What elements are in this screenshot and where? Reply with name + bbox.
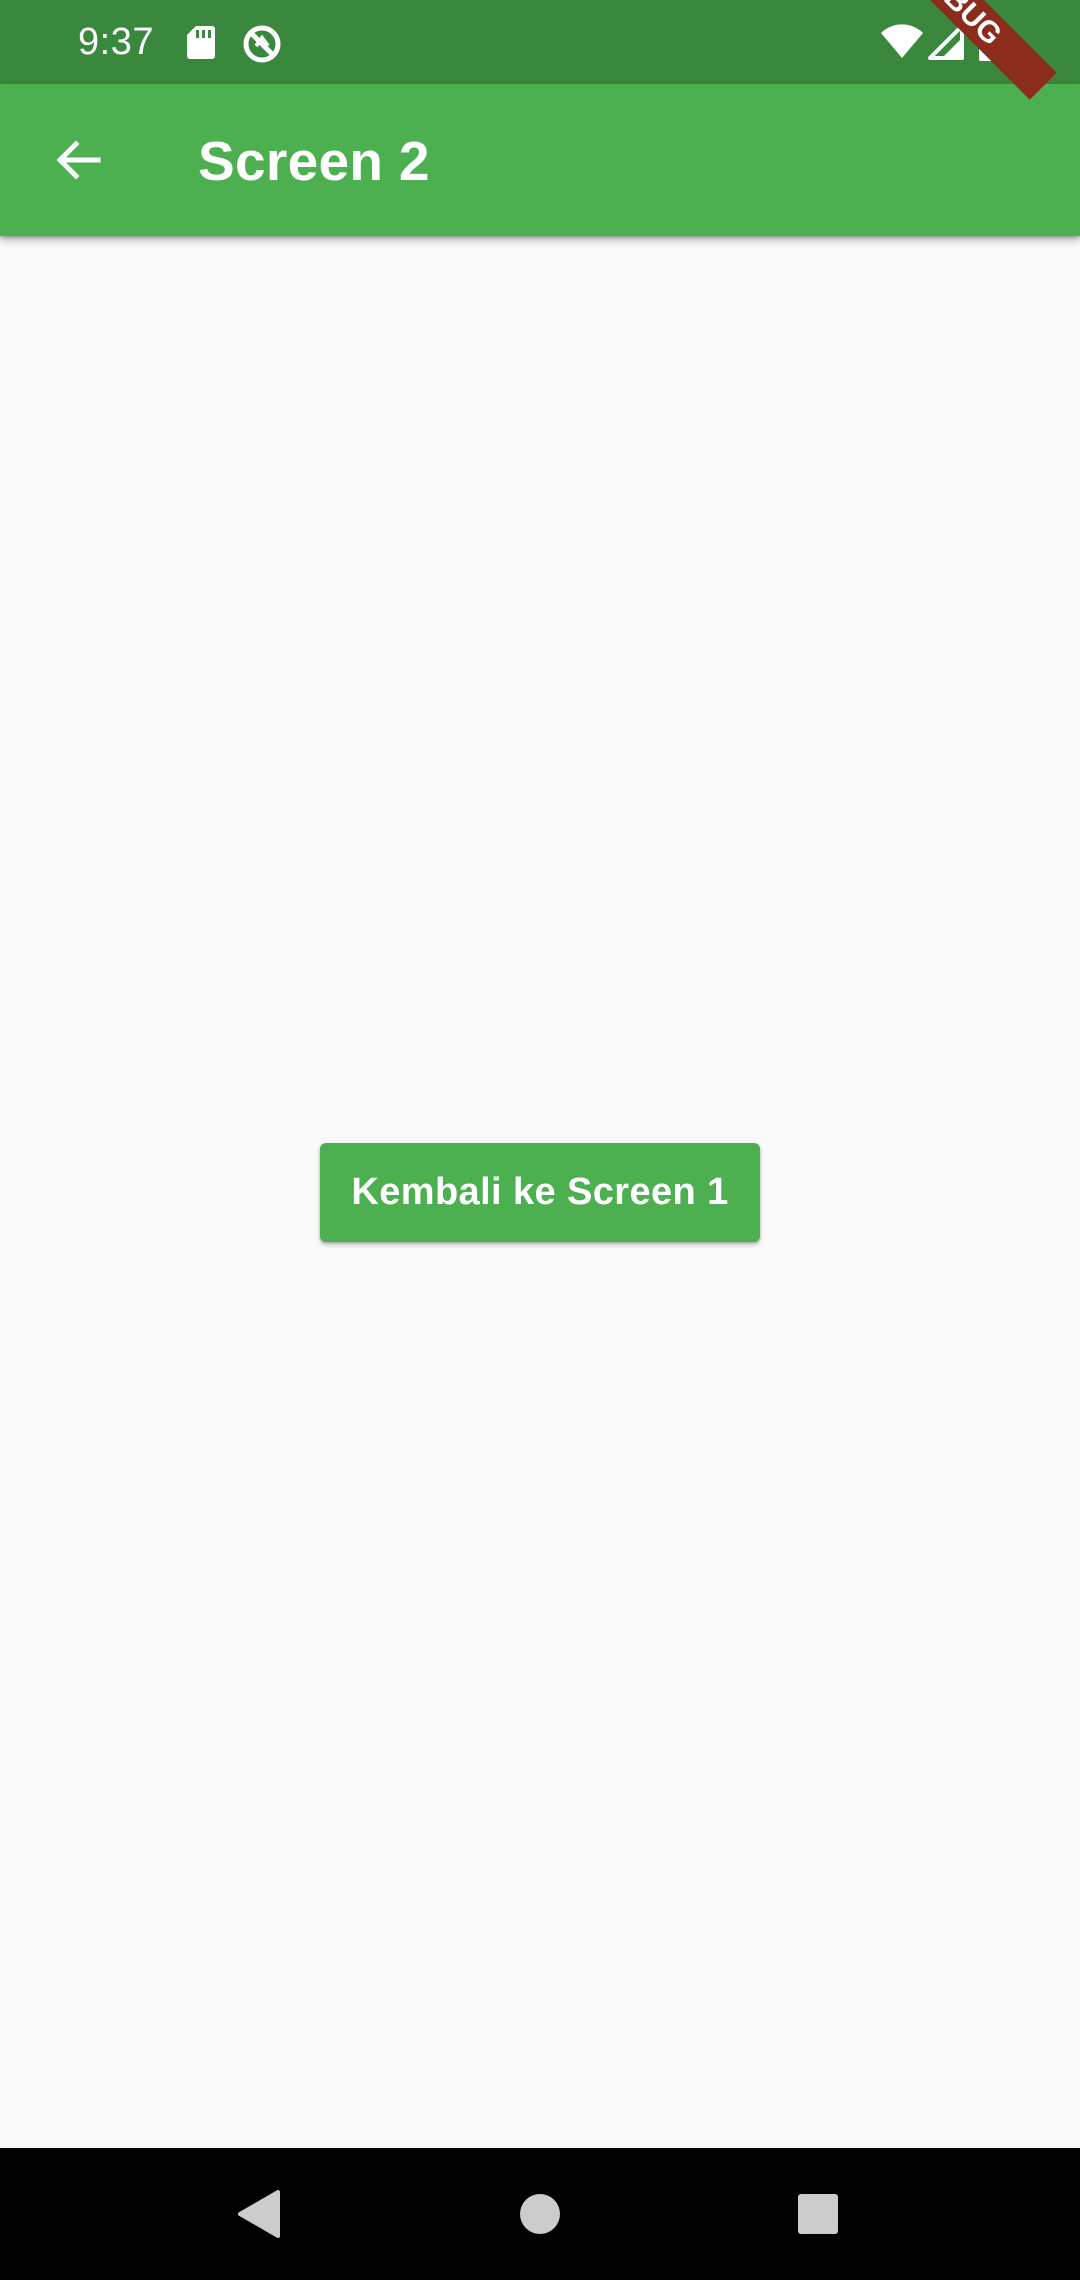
app-bar: Screen 2 [0, 84, 1080, 236]
home-circle-icon [520, 2194, 560, 2234]
page-title: Screen 2 [198, 130, 430, 192]
battery-icon [979, 20, 1001, 61]
arrow-back-icon [56, 140, 101, 180]
nav-recents-button[interactable] [768, 2164, 868, 2264]
sd-card-icon [187, 26, 215, 59]
nav-back-button[interactable] [209, 2164, 309, 2264]
sync-disabled-icon [243, 25, 281, 63]
status-bar: 9:37 [0, 0, 1080, 84]
back-triangle-icon [238, 2190, 280, 2238]
nav-home-button[interactable] [490, 2164, 590, 2264]
recents-square-icon [798, 2194, 838, 2234]
status-time: 9:37 [78, 21, 154, 63]
back-button[interactable] [28, 110, 128, 210]
navigation-bar [0, 2148, 1080, 2280]
wifi-icon [881, 24, 923, 58]
signal-icon [928, 24, 964, 60]
back-to-screen-1-button[interactable]: Kembali ke Screen 1 [320, 1143, 760, 1242]
debug-banner: DEBUG [860, 0, 1057, 100]
